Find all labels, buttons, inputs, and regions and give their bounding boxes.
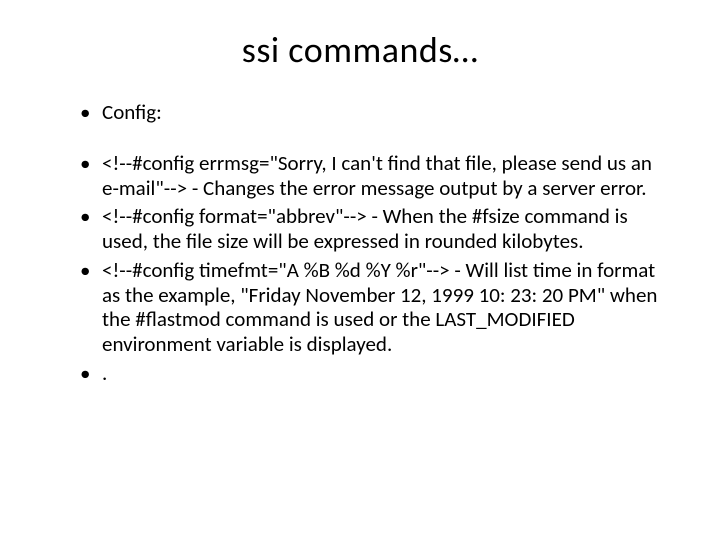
list-item: Config: xyxy=(80,100,658,125)
spacer xyxy=(50,129,670,151)
bullet-list: <!--#config errmsg="Sorry, I can't find … xyxy=(50,151,670,386)
bullet-list: Config: xyxy=(50,100,670,125)
list-item: . xyxy=(80,361,658,386)
list-item: <!--#config errmsg="Sorry, I can't find … xyxy=(80,151,658,201)
slide: ssi commands… Config: <!--#config errmsg… xyxy=(0,0,720,540)
list-item: <!--#config format="abbrev"--> - When th… xyxy=(80,204,658,254)
slide-title: ssi commands… xyxy=(50,28,670,72)
list-item: <!--#config timefmt="A %B %d %Y %r"--> -… xyxy=(80,258,658,357)
